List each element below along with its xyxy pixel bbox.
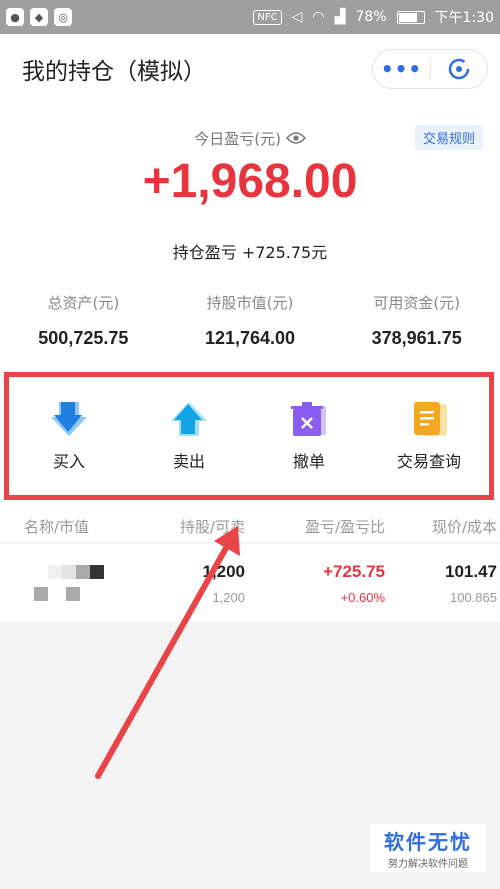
stat-value: 378,961.75 [371, 328, 462, 348]
action-label: 交易查询 [396, 452, 461, 471]
trade-query-icon [414, 402, 447, 436]
table-row[interactable]: 1,200 1,200 +725.75 +0.60% 101.47 100.86… [0, 544, 500, 622]
browser-icon: ◎ [54, 8, 72, 26]
clock: 下午1:30 [434, 10, 494, 26]
eye-icon[interactable] [285, 130, 306, 148]
watermark-subtitle: 努力解决软件问题 [388, 859, 468, 870]
watermark-title: 软件无忧 [384, 830, 472, 854]
notification-icons: ● ◆ ◎ [6, 8, 72, 26]
buy-arrow-down-icon [51, 402, 87, 436]
cancel-order-button[interactable]: 撤单 [249, 400, 369, 472]
action-label: 卖出 [172, 452, 205, 471]
pixelated-stock-name [34, 565, 125, 579]
action-bar: 买入 卖出 撤单 交易查询 [9, 377, 489, 495]
sell-button[interactable]: 卖出 [129, 400, 249, 472]
stat-available-cash: 可用资金(元) 378,961.75 [333, 292, 500, 349]
stat-label: 总资产(元) [47, 294, 120, 312]
price-cell: 101.47 100.865 [385, 544, 497, 622]
more-dots-icon[interactable]: ••• [373, 57, 430, 81]
position-pl: +725.75 [323, 561, 385, 581]
sell-arrow-up-icon [171, 402, 207, 436]
current-price: 101.47 [445, 561, 497, 581]
wechat-icon: ● [6, 8, 24, 26]
stock-name-cell [0, 544, 125, 622]
watermark-logo: 软件无忧 努力解决软件问题 [370, 824, 486, 872]
trade-query-button[interactable]: 交易查询 [369, 400, 489, 472]
trade-rules-button[interactable]: 交易规则 [415, 125, 484, 150]
mini-program-capsule: ••• [372, 49, 488, 89]
nfc-icon: NFC [253, 9, 282, 25]
qq-icon: ◆ [30, 8, 48, 26]
stat-label: 可用资金(元) [373, 294, 461, 312]
action-label: 买入 [52, 452, 85, 471]
stat-label: 持股市值(元) [206, 294, 294, 312]
wifi-icon: ◠ [312, 9, 325, 25]
summary-panel: 我的持仓（模拟） ••• 今日盈亏(元) 交易规则 +1,968.00 持仓盈亏… [0, 34, 500, 542]
holdings-table-header: 名称/市值 持股/可卖 盈亏/盈亏比 现价/成本 [0, 508, 500, 544]
col-shares-sellable: 持股/可卖 [179, 517, 245, 536]
cost-price: 100.865 [450, 589, 497, 605]
shares-sellable: 1,200 [212, 589, 245, 605]
stat-total-assets: 总资产(元) 500,725.75 [0, 292, 167, 349]
pixelated-market-value [34, 587, 125, 601]
account-stats: 总资产(元) 500,725.75 持股市值(元) 121,764.00 可用资… [0, 292, 500, 349]
stat-value: 121,764.00 [204, 328, 296, 348]
battery-percent: 78% [355, 9, 387, 25]
close-circle-icon[interactable] [431, 57, 487, 81]
shares-cell: 1,200 1,200 [125, 544, 245, 622]
holding-pl: 持仓盈亏 +725.75元 [172, 243, 328, 262]
status-bar: ● ◆ ◎ NFC ◁ ◠ ▟ 78% 下午1:30 [0, 0, 500, 34]
pl-cell: +725.75 +0.60% [245, 544, 385, 622]
today-pl-label-text: 今日盈亏(元) [194, 130, 281, 148]
buy-button[interactable]: 买入 [9, 400, 129, 472]
shares-held: 1,200 [202, 561, 245, 581]
cancel-order-icon [291, 402, 326, 436]
today-pl-value: +1,968.00 [142, 155, 358, 208]
position-pl-ratio: +0.60% [340, 589, 385, 605]
highlight-box: 买入 卖出 撤单 交易查询 [4, 372, 494, 500]
page-title: 我的持仓（模拟） [22, 59, 206, 85]
col-name-value: 名称/市值 [24, 517, 90, 536]
stat-value: 500,725.75 [38, 328, 129, 348]
mute-icon: ◁ [291, 9, 303, 25]
battery-icon [396, 10, 425, 24]
col-price-cost: 现价/成本 [431, 517, 497, 536]
action-label: 撤单 [292, 452, 325, 471]
stat-market-value: 持股市值(元) 121,764.00 [167, 292, 334, 349]
signal-icon: ▟ [334, 9, 346, 25]
col-pl-ratio: 盈亏/盈亏比 [304, 517, 385, 536]
